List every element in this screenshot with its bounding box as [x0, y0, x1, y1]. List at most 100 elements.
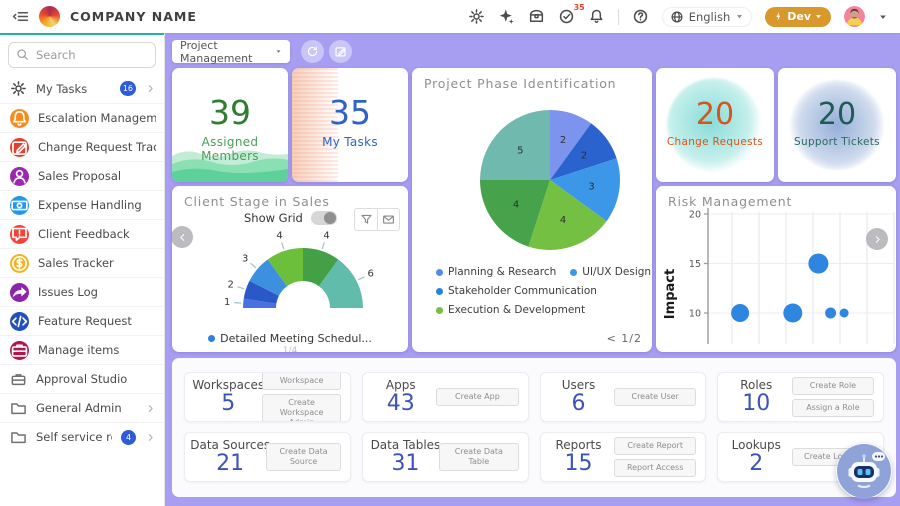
pie-chart: 2 2 3 4 4 5: [412, 68, 652, 262]
legend-pagination[interactable]: < 1/2: [607, 332, 642, 345]
report-access-button[interactable]: Report Access: [614, 459, 697, 477]
chatbot-button[interactable]: [836, 443, 892, 499]
create-app-button[interactable]: Create App: [436, 388, 519, 406]
briefcase-icon: [10, 371, 27, 388]
change-requests-label: Change Requests: [666, 136, 764, 148]
create-data-table-button[interactable]: Create Data Table: [439, 443, 519, 471]
language-selector[interactable]: English: [661, 6, 753, 27]
stat-value: 43: [386, 390, 415, 416]
stat-label: Roles: [740, 377, 773, 392]
dashboard-area: Project Management 39 Assigned Members 3…: [165, 33, 900, 506]
legend-dot: [436, 287, 443, 295]
sidebar-item-manage-items[interactable]: Manage items: [0, 335, 164, 364]
chevron-right-icon: [872, 234, 883, 245]
sidebar-menu: My Tasks 16 Escalation Management Change Re…: [0, 74, 164, 451]
admin-stats-panel: Workspaces5 Create Workspace Create Worksp…: [172, 358, 896, 497]
environment-label: Dev: [787, 10, 811, 23]
my-tasks-card: 35 My Tasks: [292, 68, 408, 182]
chevron-down-icon: [275, 47, 282, 56]
stat-label: Reports: [555, 437, 602, 452]
settings-gear-icon[interactable]: [468, 8, 485, 25]
search-icon: [16, 48, 29, 61]
support-tickets-value: 20: [817, 97, 857, 132]
sidebar-item-label: Client Feedback: [38, 227, 130, 241]
sidebar-item-self-service-reports[interactable]: Self service reports 4: [0, 422, 164, 451]
assign-a-role-button[interactable]: Assign a Role: [791, 399, 874, 417]
change-requests-card: 20 Change Requests: [656, 68, 774, 182]
stat-card-reports: Reports 15 Create Report Report Access: [539, 432, 707, 482]
approvals-count-badge: 35: [573, 3, 585, 12]
legend-item: Execution & Development: [436, 304, 585, 316]
sidebar-item-my-tasks[interactable]: My Tasks 16: [0, 74, 164, 103]
environment-selector[interactable]: Dev: [765, 6, 831, 27]
legend-dot: [436, 268, 443, 276]
stat-value: 5: [221, 390, 236, 416]
svg-text:4: 4: [560, 215, 566, 226]
chevron-right-icon: [145, 432, 156, 443]
edit-dashboard-button[interactable]: [329, 40, 352, 63]
menu-collapse-icon[interactable]: [12, 8, 29, 25]
create-workspace-admin-button[interactable]: Create Workspace Admin: [262, 394, 341, 421]
dashboard-selector[interactable]: Project Management: [172, 39, 290, 65]
app-chest-icon[interactable]: [528, 8, 545, 25]
create-data-source-button[interactable]: Create Data Source: [266, 443, 341, 471]
stat-card-data-tables: Data Tables 31 Create Data Table: [361, 432, 529, 482]
ai-sparkle-icon[interactable]: [498, 8, 515, 25]
svg-text:2: 2: [581, 150, 587, 161]
svg-text:10: 10: [689, 309, 701, 320]
sidebar-item-issues-log[interactable]: Issues Log: [0, 277, 164, 306]
sidebar-item-sales-proposal[interactable]: Sales Proposal: [0, 161, 164, 190]
briefcase-icon: [10, 340, 29, 360]
create-workspace-button[interactable]: Create Workspace: [262, 373, 341, 390]
folder-icon: [10, 429, 27, 446]
user-avatar[interactable]: [844, 6, 865, 27]
coin-icon: [10, 253, 29, 273]
sidebar-item-escalation-management[interactable]: Escalation Management: [0, 103, 164, 132]
stat-label: Workspaces: [192, 377, 265, 392]
sidebar-item-change-request-tracker[interactable]: Change Request Tracker: [0, 132, 164, 161]
sidebar-item-expense-handling[interactable]: Expense Handling: [0, 190, 164, 219]
sidebar-item-approval-studio[interactable]: Approval Studio: [0, 364, 164, 393]
stat-card-apps: Apps 43 Create App: [361, 372, 529, 422]
sidebar-item-label: My Tasks: [36, 81, 88, 96]
svg-text:Impact: Impact: [663, 269, 678, 319]
approvals-check-icon[interactable]: 35: [558, 3, 585, 25]
legend-item: Detailed Meeting Schedul...: [208, 332, 372, 345]
risk-management-card: Risk Management 10 15 20 Impact: [656, 186, 896, 352]
chevron-right-icon: [145, 83, 156, 94]
show-grid-toggle[interactable]: [310, 211, 337, 225]
create-report-button[interactable]: Create Report: [614, 437, 697, 455]
sidebar-item-label: Expense Handling: [38, 198, 142, 212]
filter-button[interactable]: [354, 208, 377, 231]
legend-label: UI/UX Design: [582, 266, 652, 278]
assigned-members-label: Assigned Members: [201, 135, 259, 163]
notifications-bell-icon[interactable]: [588, 8, 605, 25]
email-button[interactable]: [377, 208, 400, 231]
carousel-prev-button[interactable]: [171, 226, 193, 248]
create-role-button[interactable]: Create Role: [791, 377, 874, 395]
refresh-button[interactable]: [301, 40, 324, 63]
stat-value: 15: [564, 450, 593, 476]
sidebar-item-label: Feature Request: [38, 314, 132, 328]
sidebar-item-client-feedback[interactable]: Client Feedback: [0, 219, 164, 248]
sidebar-item-label: Sales Proposal: [38, 169, 122, 183]
svg-text:4: 4: [513, 200, 519, 211]
support-tickets-card: 20 Support Tickets: [778, 68, 896, 182]
pie-legend: Planning & Research UI/UX Design Stakehold…: [436, 266, 652, 316]
svg-text:2: 2: [560, 135, 566, 146]
search-input[interactable]: [8, 42, 156, 68]
legend-item: Planning & Research: [436, 266, 556, 278]
sidebar-item-feature-request[interactable]: Feature Request: [0, 306, 164, 335]
create-user-button[interactable]: Create User: [614, 388, 697, 406]
help-icon[interactable]: [632, 8, 649, 25]
profile-chevron-icon[interactable]: [878, 12, 888, 22]
sidebar-item-sales-tracker[interactable]: Sales Tracker: [0, 248, 164, 277]
carousel-next-button[interactable]: [866, 228, 888, 250]
show-grid-label: Show Grid: [244, 211, 303, 225]
svg-text:3: 3: [588, 182, 594, 193]
stat-value: 21: [216, 450, 245, 476]
stat-label: Apps: [385, 377, 416, 392]
my-tasks-value: 35: [329, 93, 371, 132]
sidebar-item-general-admin[interactable]: General Admin: [0, 393, 164, 422]
person-icon: [10, 166, 29, 186]
